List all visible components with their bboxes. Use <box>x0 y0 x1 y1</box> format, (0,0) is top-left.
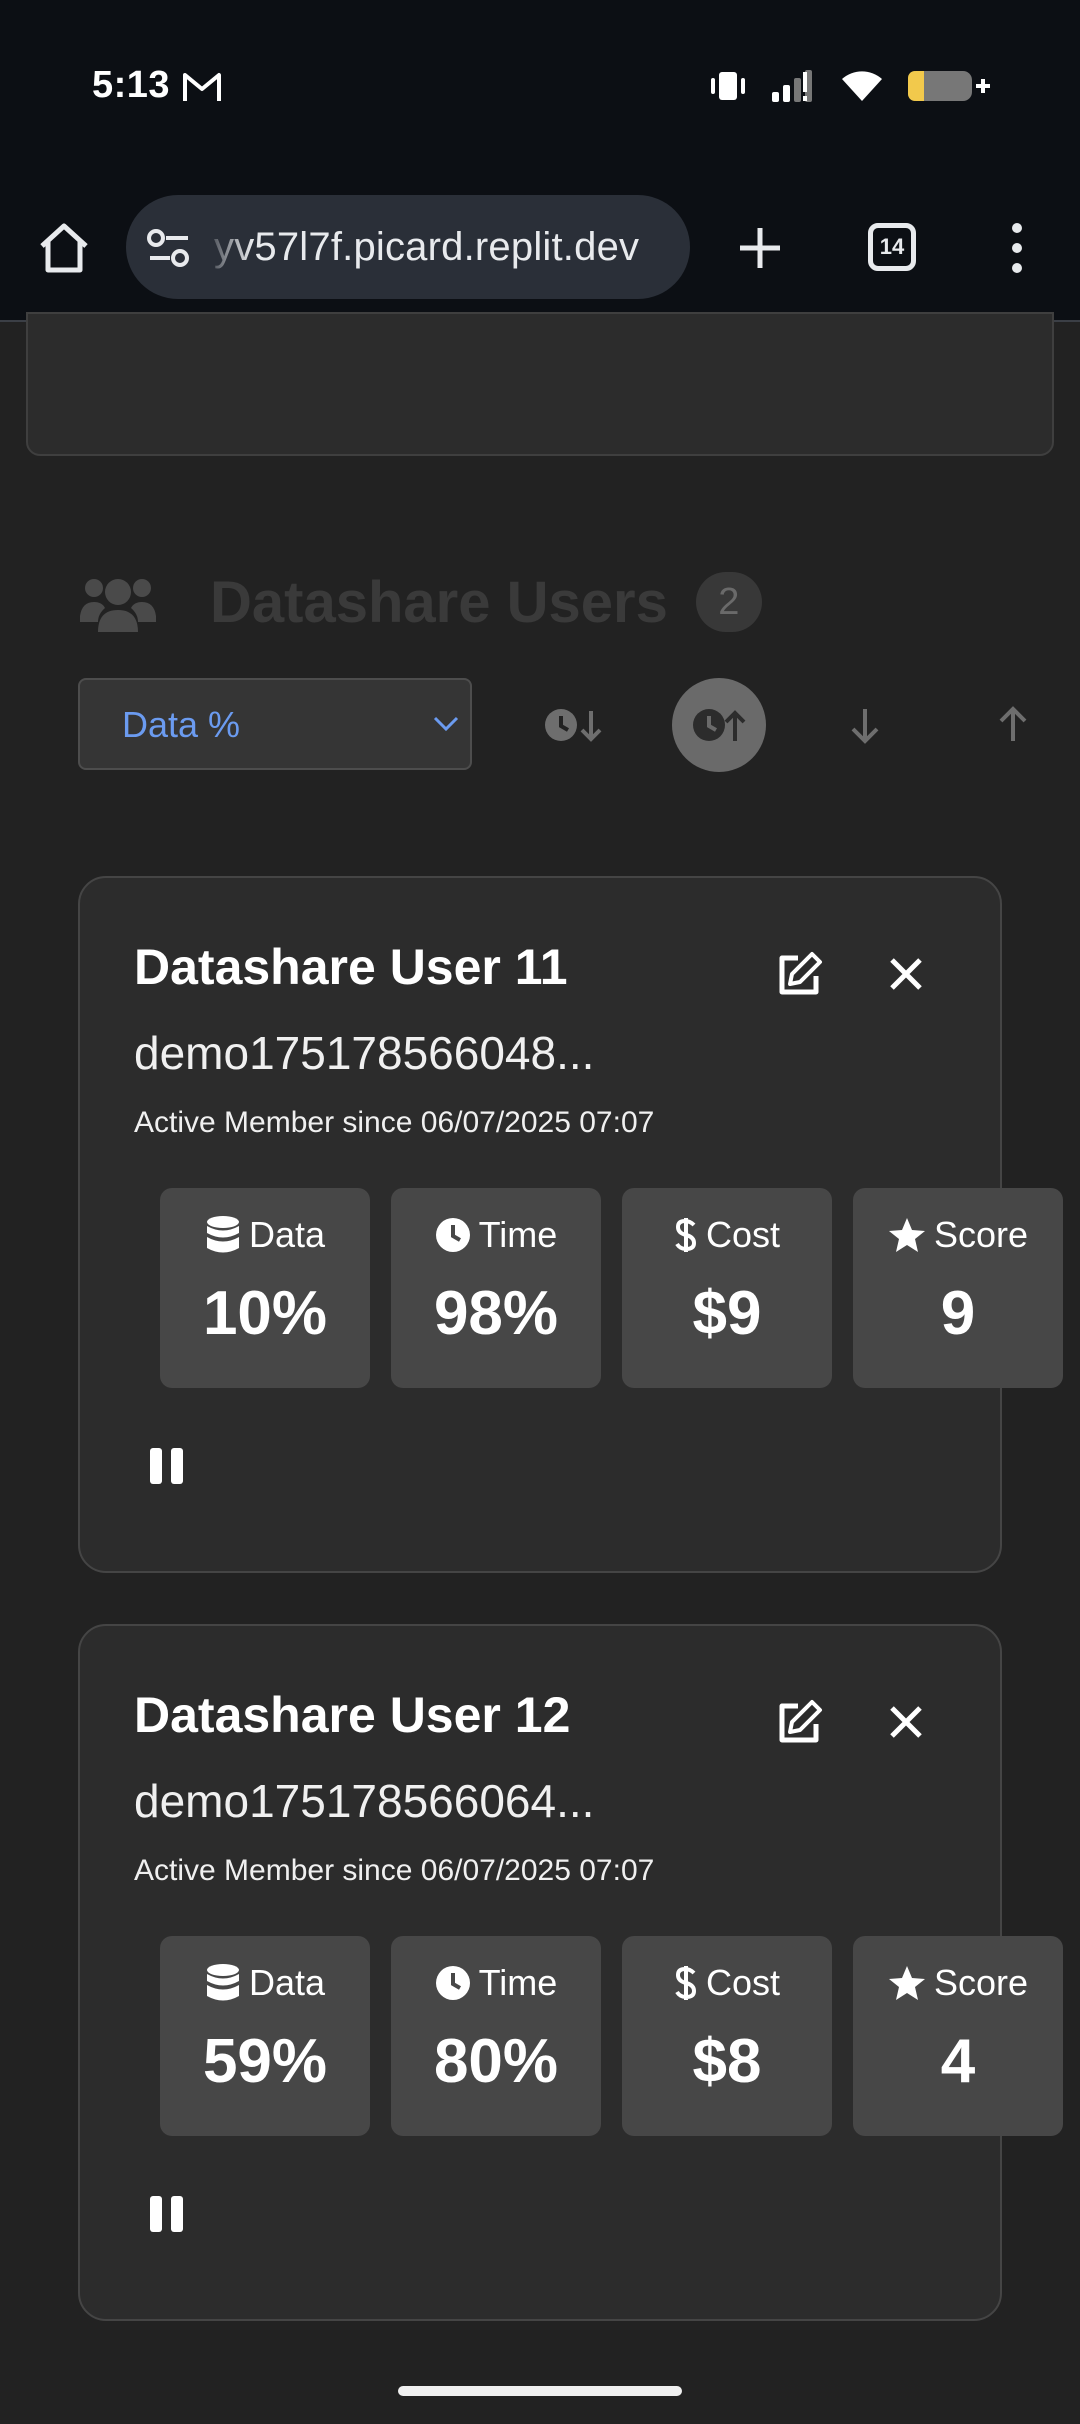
clock-icon <box>435 1966 470 2000</box>
time-sort-down-icon <box>545 709 602 742</box>
more-menu-icon[interactable] <box>1002 220 1032 276</box>
address-bar[interactable]: yv57l7f.picard.replit.dev <box>126 195 690 299</box>
sort-select[interactable]: Data % <box>78 678 472 770</box>
member-since: Active Member since 06/07/2025 07:07 <box>134 1106 655 1139</box>
user-card: Datashare User 11 demo175178566048... Ac… <box>78 876 1063 1573</box>
star-icon <box>888 1218 925 1252</box>
url-fade <box>202 195 252 299</box>
new-tab-icon[interactable] <box>734 222 786 274</box>
stat-value: 80% <box>433 2027 559 2096</box>
pause-button[interactable] <box>150 1448 190 1488</box>
stat-value: 10% <box>202 1279 328 1348</box>
stat-label: Data <box>160 1962 370 2004</box>
status-bar: 5:13 <box>0 0 1080 180</box>
user-title: Datashare User 11 <box>134 939 568 995</box>
stat-value: 9 <box>940 1279 976 1348</box>
battery-charging-icon <box>908 71 990 101</box>
edit-icon[interactable] <box>774 1698 824 1748</box>
stat-label-text: Data <box>248 1214 326 1255</box>
sort-time-desc-button[interactable] <box>526 678 620 772</box>
stat-label-text: Cost <box>705 1214 781 1255</box>
stat-value: 4 <box>940 2027 976 2096</box>
stat-label-text: Score <box>933 1962 1029 2003</box>
wifi-icon <box>842 71 882 101</box>
stat-score: Score 9 <box>853 1188 1063 1388</box>
time-sort-up-icon <box>693 709 746 741</box>
sort-asc-button[interactable] <box>966 678 1060 772</box>
home-icon[interactable] <box>36 220 92 276</box>
stat-time: Time 98% <box>391 1188 601 1388</box>
browser-toolbar: yv57l7f.picard.replit.dev 14 <box>0 180 1080 322</box>
sort-desc-button[interactable] <box>818 678 912 772</box>
star-icon <box>888 1966 925 2000</box>
user-card: Datashare User 12 demo175178566064... Ac… <box>78 1624 1063 2321</box>
tab-count: 14 <box>879 234 905 259</box>
page-content: Datashare Users 2 Data % Datashare User … <box>0 312 1080 2424</box>
stat-label: Time <box>391 1214 601 1256</box>
stat-data: Data 59% <box>160 1936 370 2136</box>
stat-value: 98% <box>433 1279 559 1348</box>
clock-icon <box>435 1218 470 1252</box>
pause-button[interactable] <box>150 2196 190 2236</box>
arrow-down-icon <box>851 709 879 744</box>
previous-card <box>26 312 1054 456</box>
pause-icon <box>150 1448 162 1484</box>
sort-select-value: Data % <box>122 704 241 745</box>
dollar-icon <box>675 1218 696 1252</box>
stat-data: Data 10% <box>160 1188 370 1388</box>
database-icon <box>206 1964 239 2001</box>
user-count-badge: 2 <box>695 572 762 632</box>
stat-cost: Cost $9 <box>622 1188 832 1388</box>
stat-label-text: Score <box>933 1214 1029 1255</box>
status-time: 5:13 <box>92 64 171 106</box>
stat-label: Score <box>853 1962 1063 2004</box>
chevron-down-icon <box>433 716 459 732</box>
users-icon <box>80 579 156 632</box>
edit-icon[interactable] <box>774 950 824 1000</box>
stat-label: Time <box>391 1962 601 2004</box>
stat-label-text: Time <box>478 1214 558 1255</box>
stat-label: Cost <box>622 1962 832 2004</box>
signal-icon <box>772 70 812 102</box>
stat-label: Cost <box>622 1214 832 1256</box>
arrow-up-icon <box>999 706 1027 741</box>
database-icon <box>206 1216 239 1253</box>
status-icons <box>708 66 992 106</box>
site-settings-icon[interactable] <box>146 228 192 268</box>
member-since: Active Member since 06/07/2025 07:07 <box>134 1854 655 1887</box>
stat-cost: Cost $8 <box>622 1936 832 2136</box>
pause-icon <box>150 2196 162 2232</box>
stat-label: Score <box>853 1214 1063 1256</box>
url-text[interactable]: yv57l7f.picard.replit.dev <box>214 225 639 270</box>
stat-label-text: Cost <box>705 1962 781 2003</box>
home-indicator[interactable] <box>398 2386 682 2396</box>
stat-score: Score 4 <box>853 1936 1063 2136</box>
stat-time: Time 80% <box>391 1936 601 2136</box>
stat-value: 59% <box>202 2027 328 2096</box>
stat-label-text: Time <box>478 1962 558 2003</box>
close-icon[interactable] <box>886 954 926 994</box>
stat-label: Data <box>160 1214 370 1256</box>
gmail-icon <box>183 73 221 101</box>
stat-value: $8 <box>692 2027 762 2096</box>
sort-time-asc-button[interactable] <box>672 678 766 772</box>
user-title: Datashare User 12 <box>134 1687 571 1743</box>
user-email: demo175178566048... <box>134 1027 595 1079</box>
tab-switcher-icon[interactable]: 14 <box>868 223 916 271</box>
dollar-icon <box>675 1966 696 2000</box>
pause-icon <box>171 1448 183 1484</box>
pause-icon <box>171 2196 183 2232</box>
stat-value: $9 <box>692 1279 762 1348</box>
section-header: Datashare Users 2 <box>78 562 762 642</box>
user-email: demo175178566064... <box>134 1775 595 1827</box>
vibrate-icon <box>711 72 745 100</box>
stat-label-text: Data <box>248 1962 326 2003</box>
close-icon[interactable] <box>886 1702 926 1742</box>
section-title: Datashare Users <box>210 569 668 635</box>
